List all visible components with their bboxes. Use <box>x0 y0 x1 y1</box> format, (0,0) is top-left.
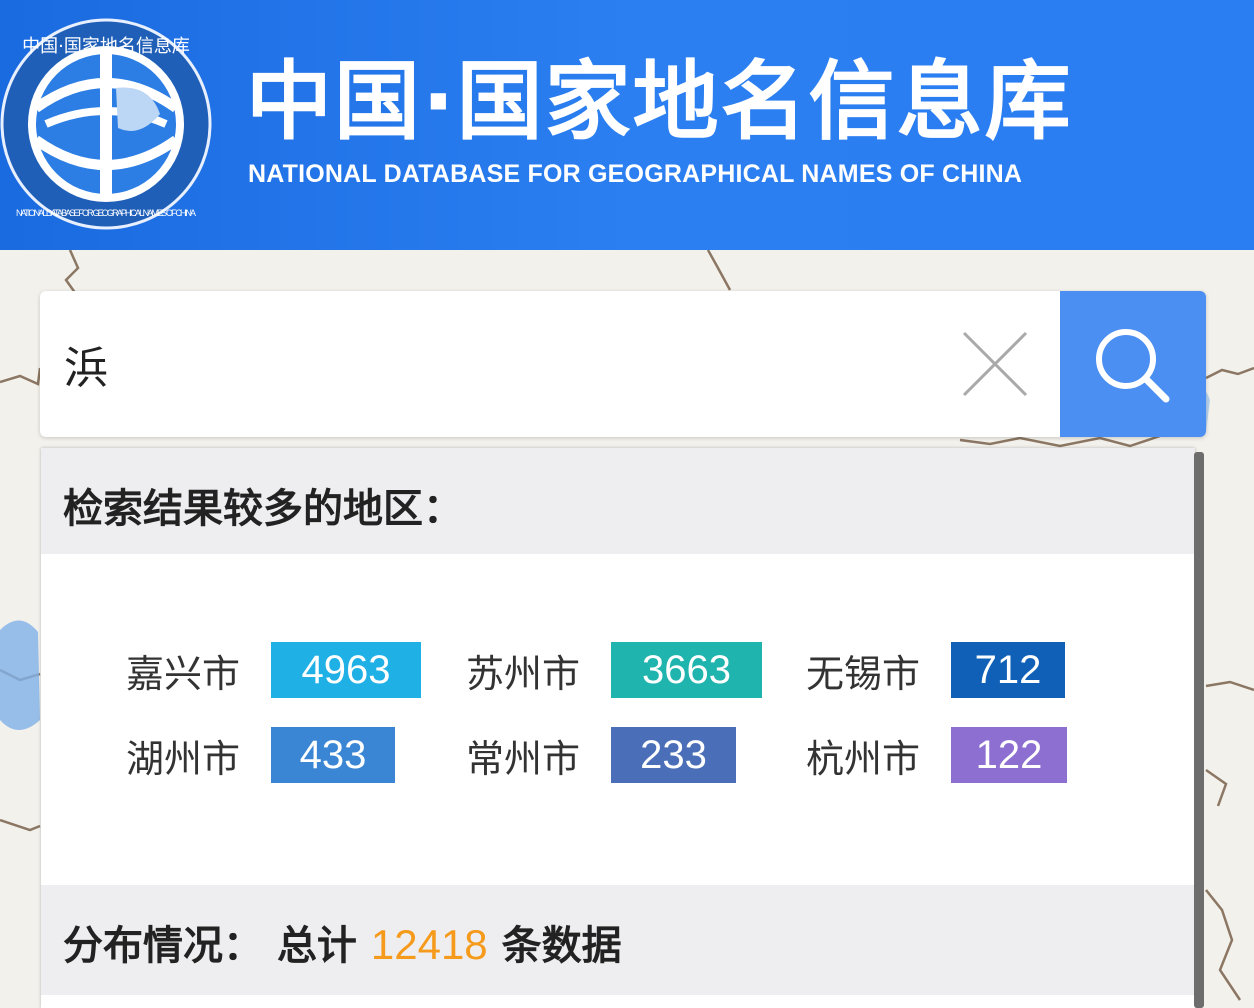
logo-emblem[interactable]: 中国·国家地名信息库 NATIONAL DATABASE FOR GEOGRAP… <box>0 18 212 230</box>
search-button[interactable] <box>1060 291 1206 437</box>
region-item[interactable]: 嘉兴市 4963 <box>126 641 421 699</box>
total-prefix: 总计 <box>276 923 357 969</box>
region-count-badge[interactable]: 3663 <box>611 642 762 698</box>
region-item[interactable]: 常州市 233 <box>466 726 736 784</box>
results-panel: 检索结果较多的地区： 嘉兴市 4963 苏州市 3663 无锡市 712 湖州市… <box>41 448 1195 1008</box>
distribution-label: 分布情况： <box>63 923 263 969</box>
results-scrollbar[interactable] <box>1194 452 1204 1008</box>
site-title: 中国·国家地名信息库 <box>246 52 1073 152</box>
region-name: 湖州市 <box>126 736 241 781</box>
distribution-summary: 分布情况： 总计 12418 条数据 <box>41 885 1195 995</box>
region-count-badge[interactable]: 712 <box>951 642 1065 698</box>
region-count-badge[interactable]: 4963 <box>271 642 421 698</box>
region-count-badge[interactable]: 233 <box>611 727 736 783</box>
region-name: 嘉兴市 <box>126 651 241 696</box>
region-item[interactable]: 杭州市 122 <box>806 726 1067 784</box>
logo-text-cn: 中国·国家地名信息库 <box>22 36 190 57</box>
region-name: 苏州市 <box>466 651 581 696</box>
region-name: 杭州市 <box>806 736 921 781</box>
region-count-badge[interactable]: 122 <box>951 727 1067 783</box>
results-header: 检索结果较多的地区： <box>41 448 1195 554</box>
site-subtitle: NATIONAL DATABASE FOR GEOGRAPHICAL NAMES… <box>248 160 1023 188</box>
region-count-badge[interactable]: 433 <box>271 727 395 783</box>
total-suffix: 条数据 <box>501 923 622 969</box>
search-icon <box>1096 329 1170 403</box>
region-item[interactable]: 苏州市 3663 <box>466 641 762 699</box>
region-name: 无锡市 <box>806 651 921 696</box>
search-bar <box>40 291 1206 437</box>
close-icon <box>962 331 1028 397</box>
results-heading: 检索结果较多的地区： <box>63 486 463 532</box>
region-item[interactable]: 湖州市 433 <box>126 726 395 784</box>
search-input[interactable] <box>40 291 1060 437</box>
region-name: 常州市 <box>466 736 581 781</box>
region-item[interactable]: 无锡市 712 <box>806 641 1065 699</box>
clear-button[interactable] <box>960 329 1030 399</box>
distribution-text: 分布情况： 总计 12418 条数据 <box>63 913 622 971</box>
logo-text-en: NATIONAL DATABASE FOR GEOGRAPHICAL NAMES… <box>16 208 196 218</box>
total-count: 12418 <box>370 921 488 968</box>
site-header: 中国·国家地名信息库 NATIONAL DATABASE FOR GEOGRAP… <box>0 0 1254 250</box>
